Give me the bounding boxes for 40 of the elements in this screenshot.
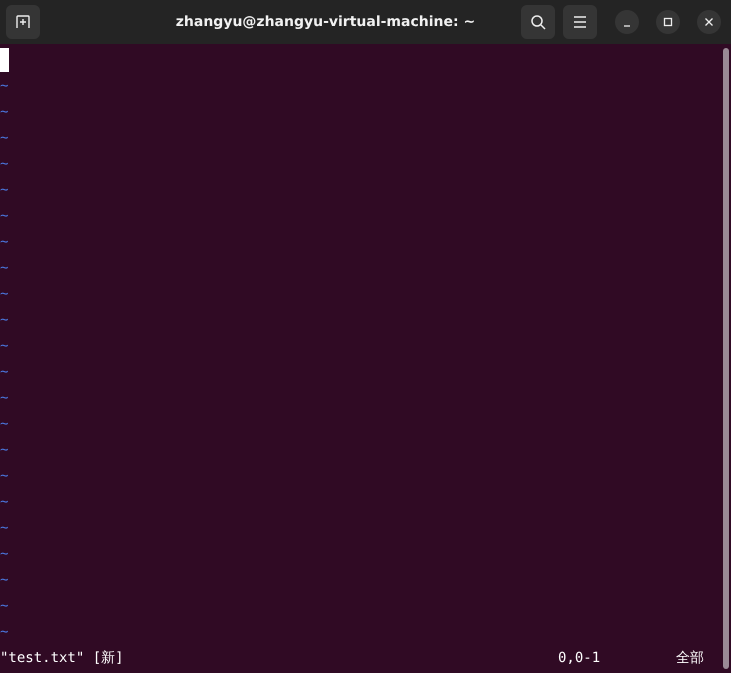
- new-tab-button[interactable]: [6, 5, 40, 39]
- status-message: "test.txt" [新]: [0, 649, 125, 668]
- maximize-button[interactable]: [656, 10, 680, 34]
- menu-button[interactable]: [563, 5, 597, 39]
- empty-line-marker: ~: [0, 623, 8, 642]
- empty-line-marker: ~: [0, 181, 8, 200]
- empty-line-marker: ~: [0, 597, 8, 616]
- new-tab-icon: [15, 14, 31, 30]
- minimize-button[interactable]: [615, 10, 639, 34]
- empty-line-marker: ~: [0, 77, 8, 96]
- empty-line-marker: ~: [0, 389, 8, 408]
- text-cursor: [0, 48, 9, 72]
- window-title: zhangyu@zhangyu-virtual-machine: ~: [174, 14, 476, 30]
- empty-line-marker: ~: [0, 545, 8, 564]
- close-icon: [704, 17, 714, 27]
- empty-line-marker: ~: [0, 467, 8, 486]
- empty-line-marker: ~: [0, 207, 8, 226]
- empty-line-marker: ~: [0, 415, 8, 434]
- empty-line-marker: ~: [0, 259, 8, 278]
- maximize-icon: [663, 17, 673, 27]
- empty-line-marker: ~: [0, 363, 8, 382]
- scrollbar[interactable]: [723, 48, 729, 669]
- empty-line-marker: ~: [0, 233, 8, 252]
- cursor-position: 0,0-1: [558, 649, 602, 668]
- empty-line-marker: ~: [0, 571, 8, 590]
- empty-line-marker: ~: [0, 103, 8, 122]
- search-button[interactable]: [521, 5, 555, 39]
- empty-line-marker: ~: [0, 493, 8, 512]
- empty-line-marker: ~: [0, 311, 8, 330]
- empty-line-marker: ~: [0, 155, 8, 174]
- scroll-position: 全部: [676, 649, 704, 668]
- empty-line-marker: ~: [0, 337, 8, 356]
- empty-line-marker: ~: [0, 441, 8, 460]
- menu-icon: [573, 16, 587, 28]
- close-button[interactable]: [697, 10, 721, 34]
- minimize-icon: [623, 25, 631, 27]
- search-icon: [530, 14, 546, 30]
- empty-line-marker: ~: [0, 519, 8, 538]
- empty-line-marker: ~: [0, 285, 8, 304]
- empty-line-marker: ~: [0, 129, 8, 148]
